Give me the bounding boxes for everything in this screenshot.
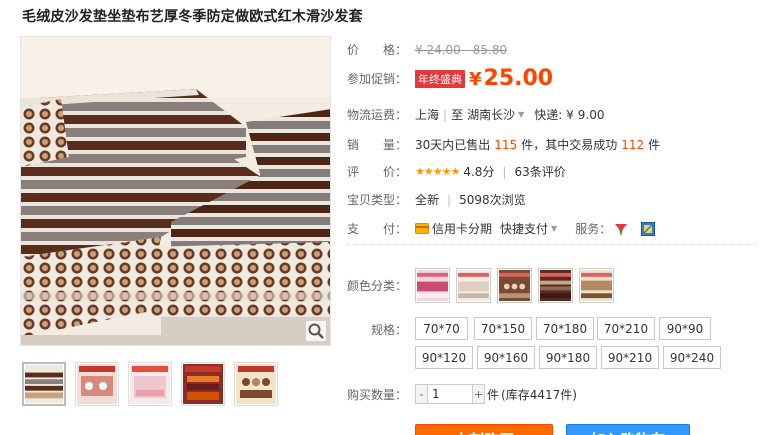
quantity-stepper: - 1 + [415,384,485,404]
thumbnail-1[interactable] [22,362,66,406]
color-swatch[interactable] [415,268,450,303]
item-type-row: 宝贝类型： 全新 | 5098次浏览 [347,191,526,208]
review-count-link[interactable]: 63条评价 [514,163,565,180]
promo-price-value: 25.00 [483,66,554,91]
swatch-image [458,270,489,301]
price-row: 价 格： ¥ 24.00 - 85.80 [347,41,507,58]
shipping-label: 物流运费： [347,108,408,122]
sofa-cushion-photo [21,37,330,345]
thumbnail-2[interactable] [75,362,119,406]
size-option[interactable]: 70*210 [597,317,655,340]
express-price: ¥ 9.00 [566,107,605,122]
quantity-unit: 件 [487,387,500,402]
payment-label: 支 付： [347,222,408,236]
size-option[interactable]: 90*180 [539,346,597,369]
shipping-row: 物流运费： 上海 | 至 湖南长沙 ▼ 快递: ¥ 9.00 [347,106,604,123]
star-rating-icon: ★★★★★ [415,165,460,178]
size-option[interactable]: 90*120 [415,346,473,369]
promo-row: 参加促销： 年终盛典 ¥25.00 [347,66,553,91]
quantity-row: 购买数量： - 1 + 件 (库存4417件) [347,384,577,404]
credit-installment[interactable]: 信用卡分期 [432,220,492,237]
thumbnail-image [183,364,223,404]
express-label: 快递: [534,108,563,122]
rating-label: 评 价： [347,165,408,179]
size-option[interactable]: 70*180 [536,317,594,340]
color-row: 颜色分类： [347,268,614,303]
add-to-cart-button[interactable]: 加入购物车 [566,424,690,435]
sales-sold-count: 115 [494,137,518,152]
size-option[interactable]: 70*70 [415,317,468,340]
product-title: 毛绒皮沙发垫坐垫布艺厚冬季防定做欧式红木滑沙发套 [22,9,363,25]
promo-currency: ¥ [469,69,482,90]
zoom-icon[interactable] [306,321,326,341]
size-row: 规格： [347,321,415,338]
guarantee-icon[interactable] [641,221,656,236]
payment-row: 支 付： 信用卡分期 快捷支付 ▼ 服务： [347,220,656,237]
item-type-label: 宝贝类型： [347,193,408,207]
thumbnail-strip [22,362,278,406]
quantity-decrease-button[interactable]: - [415,384,428,404]
thumbnail-3[interactable] [128,362,172,406]
color-swatch[interactable] [538,268,573,303]
buy-now-button[interactable]: 立刻购买 [415,424,553,435]
thumbnail-image [25,365,63,403]
size-option[interactable]: 90*160 [477,346,535,369]
quantity-increase-button[interactable]: + [472,384,485,404]
tmall-service-icon[interactable] [613,221,629,237]
promo-badge: 年终盛典 [415,69,465,88]
color-swatch[interactable] [497,268,532,303]
item-condition: 全新 [415,193,440,207]
shipping-from: 上海 [415,108,440,122]
promo-label: 参加促销： [347,72,408,86]
quantity-label: 购买数量： [347,387,408,402]
rating-row: 评 价： ★★★★★ 4.8分 | 63条评价 [347,163,566,180]
size-option[interactable]: 90*240 [663,346,721,369]
shipping-separator: | [443,107,448,122]
shipping-destination[interactable]: 湖南长沙 [467,106,515,123]
view-count: 5098次浏览 [459,193,526,207]
size-label: 规格： [371,323,408,337]
swatch-image [499,270,530,301]
thumbnail-image [77,364,117,404]
swatch-image [540,270,571,301]
sales-row: 销 量： 30天内已售出 115 件，其中交易成功 112 件 [347,136,660,153]
swatch-image [581,270,612,301]
size-option[interactable]: 90*90 [659,317,711,340]
sales-middle: 件，其中交易成功 [521,138,618,152]
rating-separator: | [502,164,507,179]
size-option[interactable]: 70*150 [474,317,532,340]
chevron-down-icon[interactable]: ▼ [551,224,557,233]
credit-card-icon [415,223,429,234]
color-swatch[interactable] [579,268,614,303]
color-swatch[interactable] [456,268,491,303]
shipping-to-prefix: 至 [451,108,464,122]
divider [347,244,757,245]
service-label: 服务： [575,222,612,236]
color-label: 颜色分类： [347,279,408,293]
size-option[interactable]: 90*210 [601,346,659,369]
quantity-input[interactable]: 1 [428,384,472,404]
swatch-image [417,270,448,301]
thumbnail-5[interactable] [234,362,278,406]
promo-price: ¥25.00 [469,66,553,91]
chevron-down-icon[interactable]: ▼ [518,110,524,119]
sales-suffix: 件 [648,138,661,152]
thumbnail-image [236,364,276,404]
sales-label: 销 量： [347,138,408,152]
rating-score: 4.8分 [463,165,495,179]
color-options [415,268,614,303]
sales-success-count: 112 [621,137,645,152]
price-label: 价 格： [347,43,408,57]
quick-pay[interactable]: 快捷支付 [500,220,548,237]
main-product-image[interactable] [20,36,331,346]
sales-prefix: 30天内已售出 [415,138,491,152]
item-type-separator: | [447,192,452,207]
thumbnail-4[interactable] [181,362,225,406]
thumbnail-image [130,364,170,404]
stock-count: (库存4417件) [501,387,577,402]
original-price: ¥ 24.00 - 85.80 [415,42,508,57]
